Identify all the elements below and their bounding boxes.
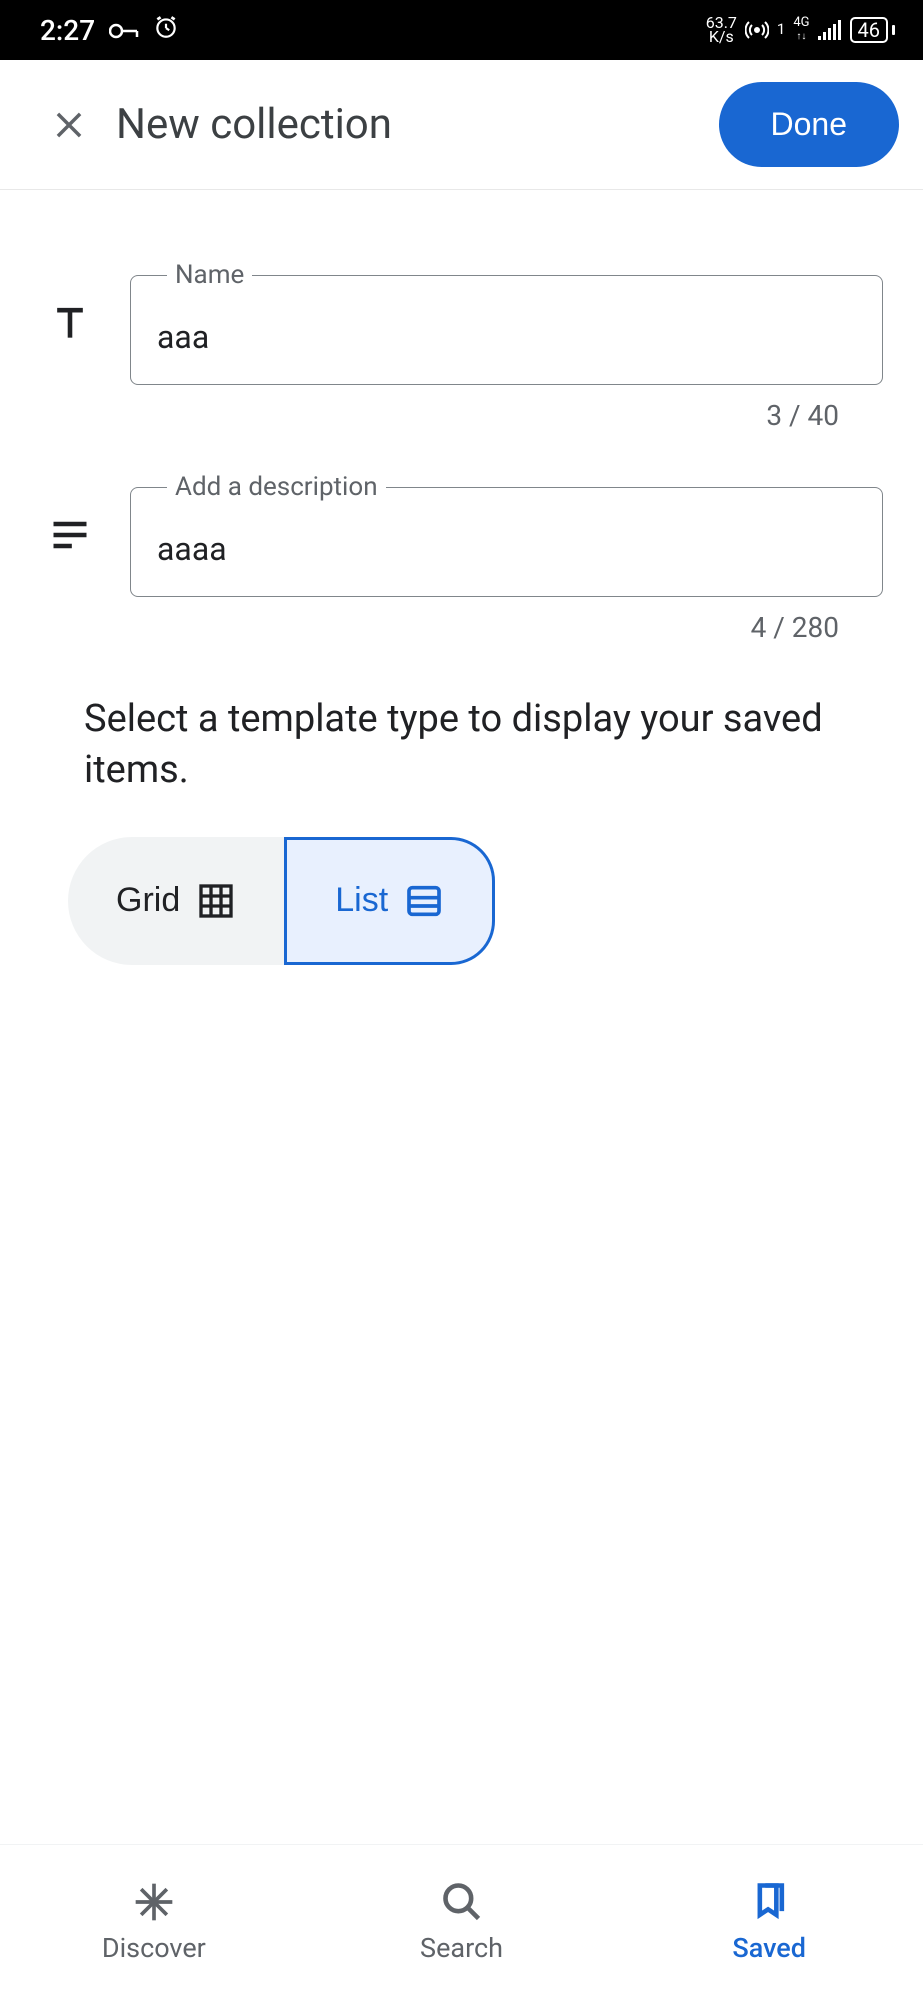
name-counter: 3 / 40 xyxy=(40,399,839,432)
description-counter: 4 / 280 xyxy=(40,611,839,644)
network-speed: 63.7 K/s xyxy=(706,16,737,44)
battery-tip xyxy=(892,25,895,35)
status-time: 2:27 xyxy=(40,14,95,47)
app-header: New collection Done xyxy=(0,60,923,190)
text-icon xyxy=(40,301,100,345)
search-icon xyxy=(440,1880,484,1924)
bottom-nav: Discover Search Saved xyxy=(0,1844,923,1999)
bookmark-icon xyxy=(747,1880,791,1924)
description-field[interactable]: Add a description xyxy=(130,472,883,597)
page-title: New collection xyxy=(116,100,691,149)
list-toggle-label: List xyxy=(335,881,388,920)
close-icon[interactable] xyxy=(50,106,88,144)
description-icon xyxy=(40,513,100,557)
battery-icon: 46 xyxy=(850,17,888,43)
list-icon xyxy=(404,881,444,921)
description-input[interactable] xyxy=(157,530,856,568)
nav-discover-label: Discover xyxy=(102,1932,206,1964)
nav-discover[interactable]: Discover xyxy=(0,1845,308,1999)
sim-indicator: 1 xyxy=(777,20,785,38)
alarm-icon xyxy=(153,14,179,47)
list-toggle[interactable]: List xyxy=(284,837,495,965)
nav-search-label: Search xyxy=(420,1932,503,1964)
signal-icon xyxy=(818,20,842,40)
grid-toggle[interactable]: Grid xyxy=(68,837,284,965)
status-bar: 2:27 63.7 K/s xyxy=(0,0,923,60)
nav-saved-label: Saved xyxy=(732,1932,806,1964)
discover-icon xyxy=(132,1880,176,1924)
nav-search[interactable]: Search xyxy=(308,1845,616,1999)
hotspot-icon xyxy=(745,18,769,42)
name-input[interactable] xyxy=(157,318,856,356)
vpn-key-icon xyxy=(109,14,139,47)
name-label: Name xyxy=(167,260,252,290)
name-field[interactable]: Name xyxy=(130,260,883,385)
network-type: 4G↑↓ xyxy=(793,16,809,44)
template-prompt: Select a template type to display your s… xyxy=(40,684,883,837)
description-label: Add a description xyxy=(167,472,386,502)
done-button[interactable]: Done xyxy=(719,82,900,167)
grid-icon xyxy=(196,881,236,921)
grid-toggle-label: Grid xyxy=(116,881,180,920)
nav-saved[interactable]: Saved xyxy=(615,1845,923,1999)
template-toggle-group: Grid List xyxy=(68,837,495,965)
